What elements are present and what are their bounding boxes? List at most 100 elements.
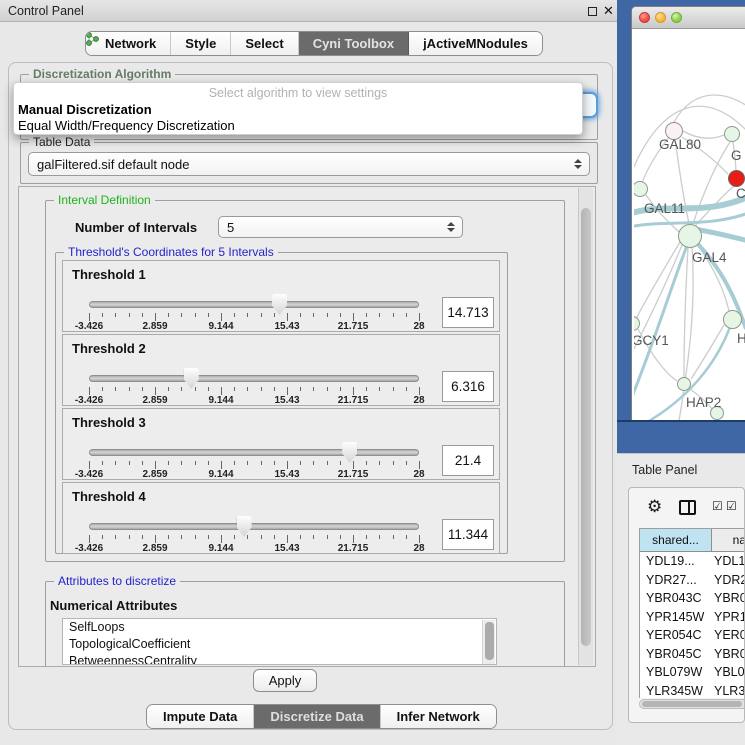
tab-network[interactable]: Network bbox=[86, 32, 171, 55]
top-tabbar: Network Style Select Cyni Toolbox jActiv… bbox=[85, 31, 543, 56]
cell: YBR043C bbox=[640, 589, 714, 608]
slider-thumb[interactable] bbox=[184, 368, 199, 389]
cell: YDR27... bbox=[640, 571, 714, 590]
number-of-intervals-combobox[interactable]: 5 bbox=[218, 216, 463, 238]
network-node[interactable] bbox=[678, 224, 702, 248]
table-row[interactable]: YBR045CYBR0 bbox=[640, 645, 745, 664]
screen: Control Panel ✕ Network Style Select Cyn… bbox=[0, 0, 745, 745]
threshold-value-field[interactable]: 6.316 bbox=[442, 371, 494, 402]
cell: YBR045C bbox=[640, 645, 714, 664]
dropdown-option-equal-width[interactable]: Equal Width/Frequency Discretization bbox=[18, 118, 235, 133]
cell: YDR2 bbox=[714, 571, 745, 590]
slider-thumb[interactable] bbox=[272, 294, 287, 315]
table-panel-area: Table Panel ⚙ ☑ ☑ shared... na YDL19...Y… bbox=[617, 453, 745, 745]
group-thresholds-title: Threshold's Coordinates for 5 Intervals bbox=[64, 245, 278, 259]
table-row[interactable]: YPR145WYPR1 bbox=[640, 608, 745, 627]
attributes-list[interactable]: SelfLoops TopologicalCoefficient Between… bbox=[62, 618, 497, 665]
network-node[interactable] bbox=[728, 170, 745, 187]
table-panel-box: ⚙ ☑ ☑ shared... na YDL19...YDL1 YDR27...… bbox=[628, 487, 745, 723]
tab-style[interactable]: Style bbox=[171, 32, 231, 55]
tab-jactivemnodules[interactable]: jActiveMNodules bbox=[409, 32, 542, 55]
threshold-value-field[interactable]: 14.713 bbox=[442, 297, 494, 328]
table-row[interactable]: YDR27...YDR2 bbox=[640, 571, 745, 590]
table-row[interactable]: YER054CYER0 bbox=[640, 626, 745, 645]
tab-discretize-data-label: Discretize Data bbox=[270, 709, 363, 724]
zoom-traffic-light[interactable] bbox=[671, 12, 682, 23]
scrollbar-thumb[interactable] bbox=[581, 208, 591, 646]
slider[interactable]: -3.4262.8599.14415.4321.71528 bbox=[87, 335, 421, 407]
cell: YLR3 bbox=[714, 682, 745, 699]
list-item[interactable]: SelfLoops bbox=[63, 619, 496, 636]
tab-select[interactable]: Select bbox=[231, 32, 298, 55]
threshold-value-field[interactable]: 21.4 bbox=[442, 445, 494, 476]
cell: YPR1 bbox=[714, 608, 745, 627]
node-label: HAP2 bbox=[686, 395, 721, 410]
tab-jactivemnodules-label: jActiveMNodules bbox=[423, 36, 528, 51]
network-node[interactable] bbox=[723, 310, 742, 329]
tab-cyni-toolbox[interactable]: Cyni Toolbox bbox=[299, 32, 409, 55]
cell: YER0 bbox=[714, 626, 745, 645]
scrollbar-thumb[interactable] bbox=[485, 622, 494, 660]
scrollbar-thumb[interactable] bbox=[642, 701, 742, 707]
column-header-shared[interactable]: shared... bbox=[640, 529, 712, 551]
cell: YDL19... bbox=[640, 552, 714, 571]
node-label: H bbox=[737, 331, 745, 346]
close-traffic-light[interactable] bbox=[639, 12, 650, 23]
table-data-value: galFiltered.sif default node bbox=[37, 157, 189, 172]
slider[interactable]: -3.4262.8599.14415.4321.71528 bbox=[87, 483, 421, 555]
network-canvas[interactable]: GAL80 G C GAL11 GAL4 GCY1 H HAP2 bbox=[634, 29, 745, 421]
columns-icon[interactable] bbox=[679, 500, 696, 515]
threshold-row: Threshold 1 -3.4262.8599.14415.4321.7152… bbox=[62, 260, 500, 332]
apply-button[interactable]: Apply bbox=[253, 669, 317, 692]
table-row[interactable]: YBL079WYBL0 bbox=[640, 663, 745, 682]
slider-tick-labels: -3.4262.8599.14415.4321.71528 bbox=[89, 543, 419, 555]
checkbox-icon[interactable]: ☑ bbox=[712, 500, 723, 512]
slider-tick-labels: -3.4262.8599.14415.4321.71528 bbox=[89, 321, 419, 333]
table-row[interactable]: YLR345WYLR3 bbox=[640, 682, 745, 699]
table-data-combobox[interactable]: galFiltered.sif default node bbox=[28, 152, 590, 176]
node-label: GCY1 bbox=[634, 333, 669, 348]
network-window: GAL80 G C GAL11 GAL4 GCY1 H HAP2 bbox=[631, 6, 745, 422]
tab-cyni-toolbox-label: Cyni Toolbox bbox=[313, 36, 394, 51]
spinner-arrows-icon bbox=[574, 159, 582, 169]
group-discretization-algorithm-title: Discretization Algorithm bbox=[29, 67, 175, 81]
settings-vertical-scrollbar[interactable] bbox=[578, 188, 593, 665]
list-vertical-scrollbar[interactable] bbox=[482, 620, 495, 665]
slider-track[interactable] bbox=[89, 375, 419, 382]
network-node[interactable] bbox=[677, 377, 691, 391]
checkbox-icon[interactable]: ☑ bbox=[726, 500, 737, 512]
slider[interactable]: -3.4262.8599.14415.4321.71528 bbox=[87, 409, 421, 481]
table-horizontal-scrollbar[interactable] bbox=[639, 699, 745, 709]
column-header-name[interactable]: na bbox=[712, 529, 745, 551]
slider-thumb[interactable] bbox=[237, 516, 252, 537]
network-node[interactable] bbox=[724, 126, 740, 142]
slider-track[interactable] bbox=[89, 523, 419, 530]
group-interval-definition-title: Interval Definition bbox=[54, 193, 155, 207]
table-row[interactable]: YBR043CYBR0 bbox=[640, 589, 745, 608]
close-icon[interactable]: ✕ bbox=[603, 3, 614, 19]
tab-discretize-data[interactable]: Discretize Data bbox=[254, 705, 380, 728]
cell: YBL0 bbox=[714, 663, 745, 682]
node-label: G bbox=[731, 148, 742, 163]
tab-impute-data-label: Impute Data bbox=[163, 709, 237, 724]
tab-network-label: Network bbox=[105, 36, 156, 51]
threshold-value-field[interactable]: 11.344 bbox=[442, 519, 494, 550]
list-item[interactable]: BetweennessCentrality bbox=[63, 653, 496, 665]
table-row[interactable]: YDL19...YDL1 bbox=[640, 552, 745, 571]
minimize-traffic-light[interactable] bbox=[655, 12, 666, 23]
gear-icon[interactable]: ⚙ bbox=[647, 498, 662, 515]
list-item[interactable]: TopologicalCoefficient bbox=[63, 636, 496, 653]
node-label: GAL4 bbox=[692, 250, 727, 265]
slider[interactable]: -3.4262.8599.14415.4321.71528 bbox=[87, 261, 421, 333]
float-window-icon[interactable] bbox=[588, 7, 597, 16]
node-table[interactable]: shared... na YDL19...YDL1 YDR27...YDR2 Y… bbox=[639, 528, 745, 698]
desktop-strip bbox=[617, 420, 745, 453]
dropdown-option-manual[interactable]: Manual Discretization bbox=[18, 102, 152, 117]
slider-thumb[interactable] bbox=[342, 442, 357, 463]
number-of-intervals-value: 5 bbox=[227, 220, 234, 235]
node-label: C bbox=[736, 186, 745, 201]
slider-track[interactable] bbox=[89, 301, 419, 308]
tab-impute-data[interactable]: Impute Data bbox=[147, 705, 254, 728]
slider-track[interactable] bbox=[89, 449, 419, 456]
tab-infer-network[interactable]: Infer Network bbox=[381, 705, 496, 728]
